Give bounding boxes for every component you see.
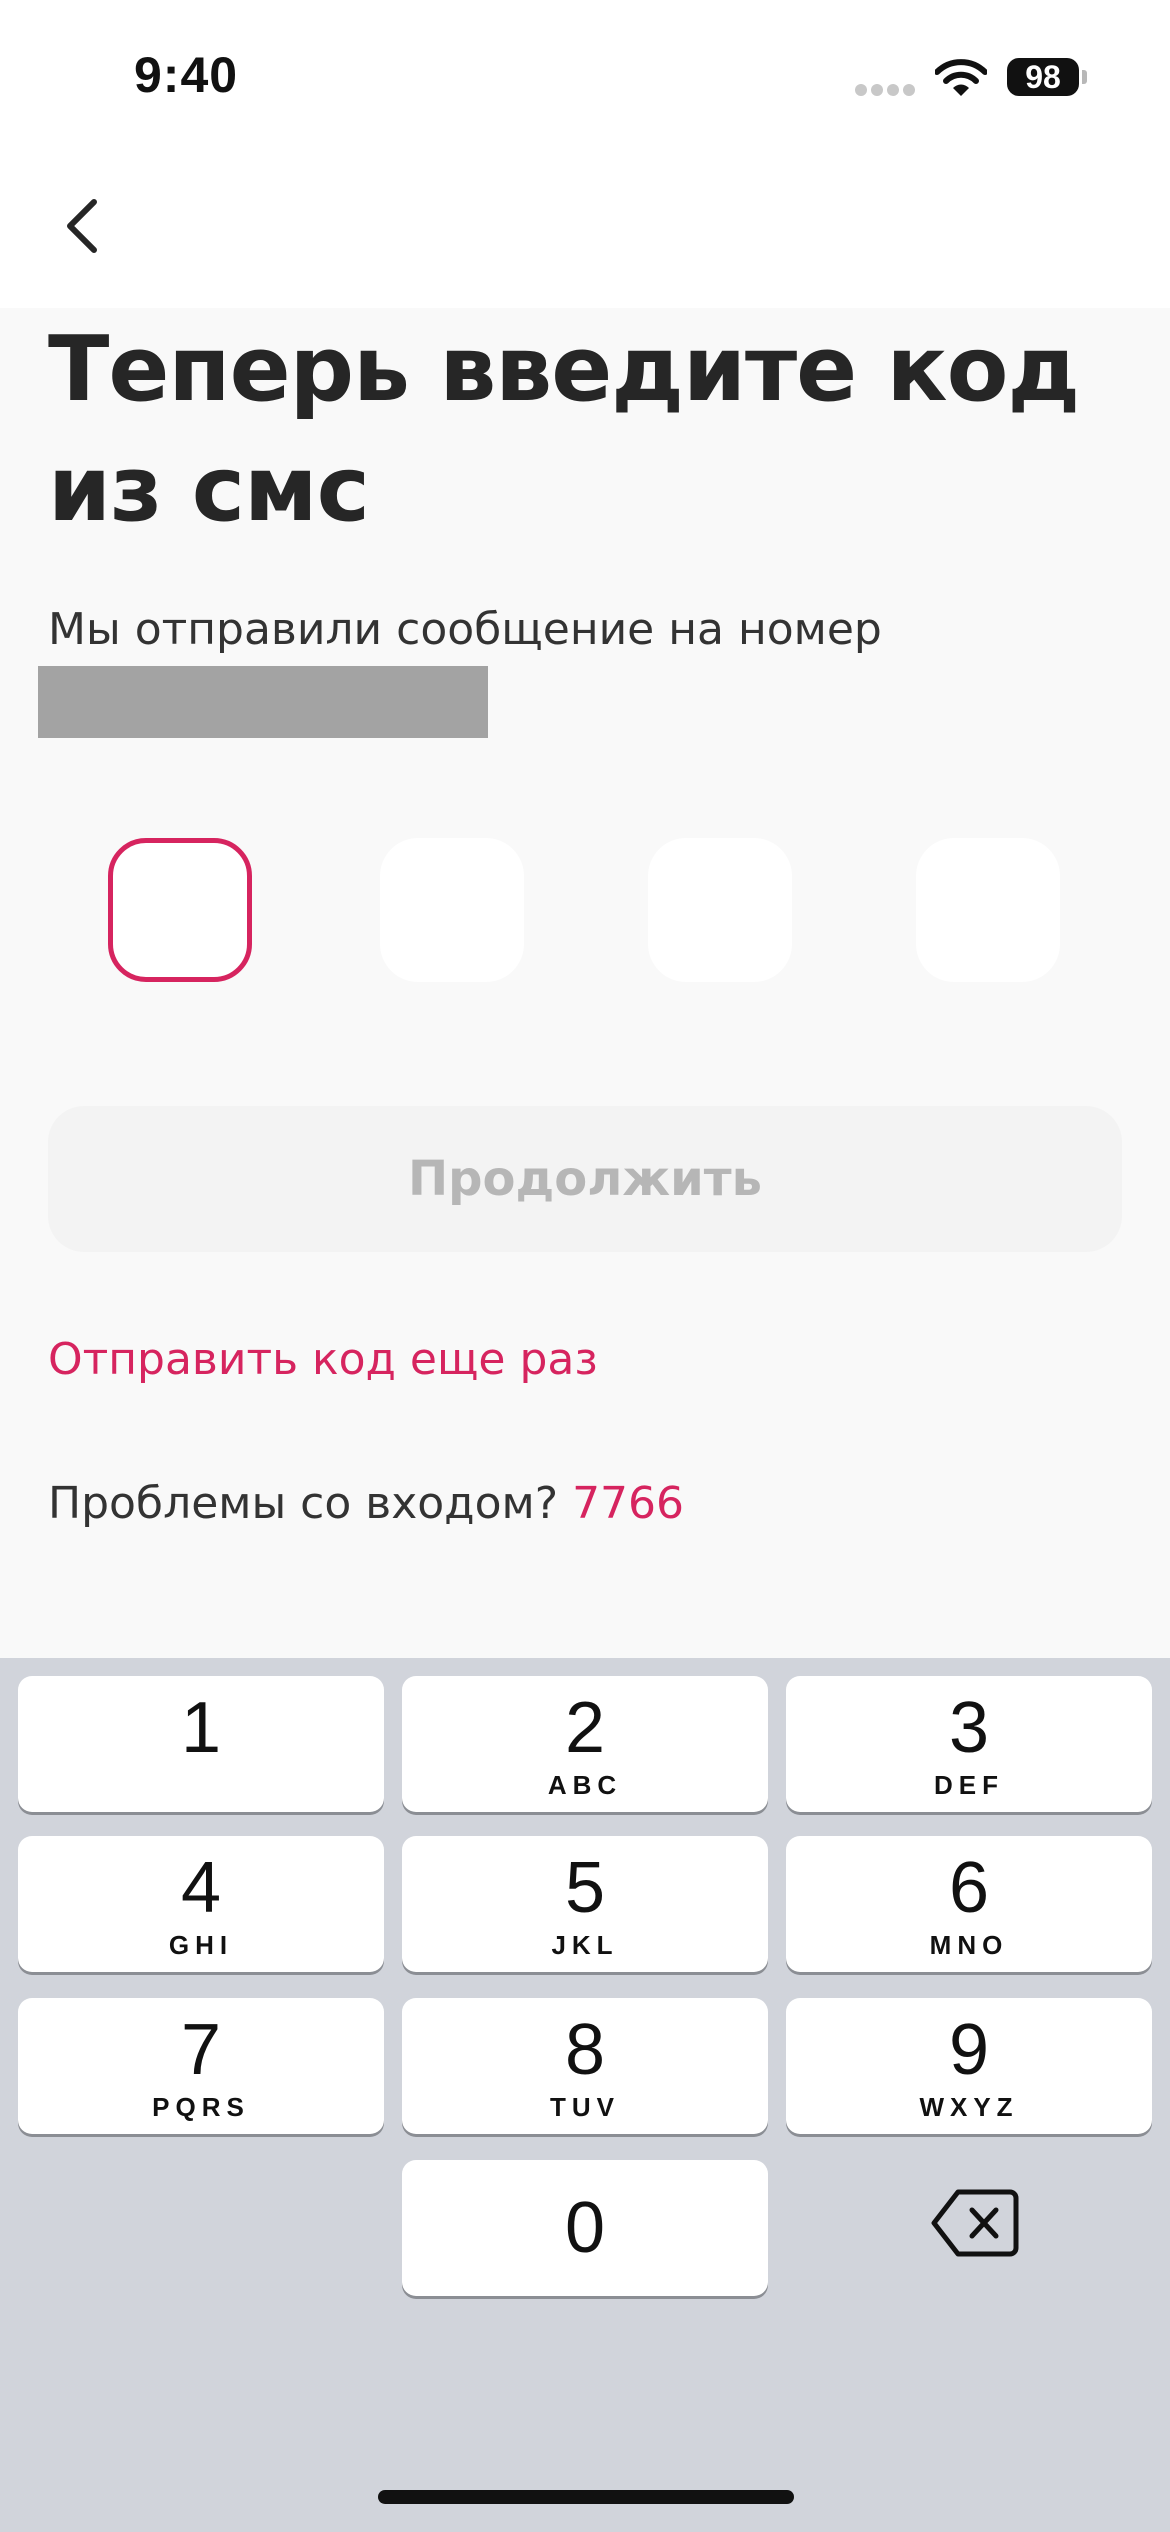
key-digit: 9 <box>948 2010 990 2090</box>
key-digit: 4 <box>180 1848 222 1928</box>
battery-level: 98 <box>1007 58 1079 96</box>
nav-bar <box>0 150 1170 308</box>
key-digit: 0 <box>564 2188 606 2268</box>
key-9[interactable]: 9 WXYZ <box>786 1998 1152 2134</box>
key-5[interactable]: 5 JKL <box>402 1836 768 1972</box>
key-letters: ABC <box>547 1770 623 1800</box>
signal-icon <box>855 84 915 98</box>
battery-icon: 98 <box>1007 58 1087 98</box>
key-digit: 1 <box>180 1688 222 1768</box>
key-letters: GHI <box>168 1930 234 1960</box>
login-help: Проблемы со входом? 7766 <box>48 1478 684 1529</box>
phone-number-redacted <box>38 666 488 738</box>
status-bar: 9:40 98 <box>0 0 1170 150</box>
key-7[interactable]: 7 PQRS <box>18 1998 384 2134</box>
key-0[interactable]: 0 <box>402 2160 768 2296</box>
key-letters: JKL <box>551 1930 619 1960</box>
key-8[interactable]: 8 TUV <box>402 1998 768 2134</box>
key-digit: 5 <box>564 1848 606 1928</box>
code-digit-3[interactable] <box>648 838 792 982</box>
key-digit: 8 <box>564 2010 606 2090</box>
key-2[interactable]: 2 ABC <box>402 1676 768 1812</box>
resend-code-link[interactable]: Отправить код еще раз <box>48 1334 598 1385</box>
key-digit: 2 <box>564 1688 606 1768</box>
continue-button[interactable]: Продолжить <box>48 1106 1122 1252</box>
key-6[interactable]: 6 MNO <box>786 1836 1152 1972</box>
key-letters: DEF <box>934 1770 1004 1800</box>
key-1[interactable]: 1 <box>18 1676 384 1812</box>
key-letters: TUV <box>550 2092 620 2122</box>
page-title: Теперь введите код из смс <box>48 317 1080 542</box>
backspace-icon <box>931 2189 1019 2257</box>
key-digit: 7 <box>180 2010 222 2090</box>
home-indicator <box>378 2490 794 2504</box>
key-3[interactable]: 3 DEF <box>786 1676 1152 1812</box>
back-button[interactable] <box>40 174 130 274</box>
key-digit: 3 <box>948 1688 990 1768</box>
code-digit-2[interactable] <box>380 838 524 982</box>
battery-tip <box>1082 70 1087 84</box>
support-number-link[interactable]: 7766 <box>572 1478 684 1529</box>
wifi-icon <box>934 58 988 98</box>
key-letters: WXYZ <box>919 2092 1019 2122</box>
key-4[interactable]: 4 GHI <box>18 1836 384 1972</box>
sms-sent-message: Мы отправили сообщение на номер <box>48 604 882 655</box>
login-help-text: Проблемы со входом? <box>48 1478 559 1529</box>
status-time: 9:40 <box>134 47 239 103</box>
chevron-left-icon <box>67 199 97 253</box>
key-letters: MNO <box>929 1930 1009 1960</box>
code-digit-1[interactable] <box>108 838 252 982</box>
key-letters: PQRS <box>152 2092 250 2122</box>
code-digit-4[interactable] <box>916 838 1060 982</box>
key-digit: 6 <box>948 1848 990 1928</box>
delete-key[interactable] <box>930 2186 1020 2260</box>
